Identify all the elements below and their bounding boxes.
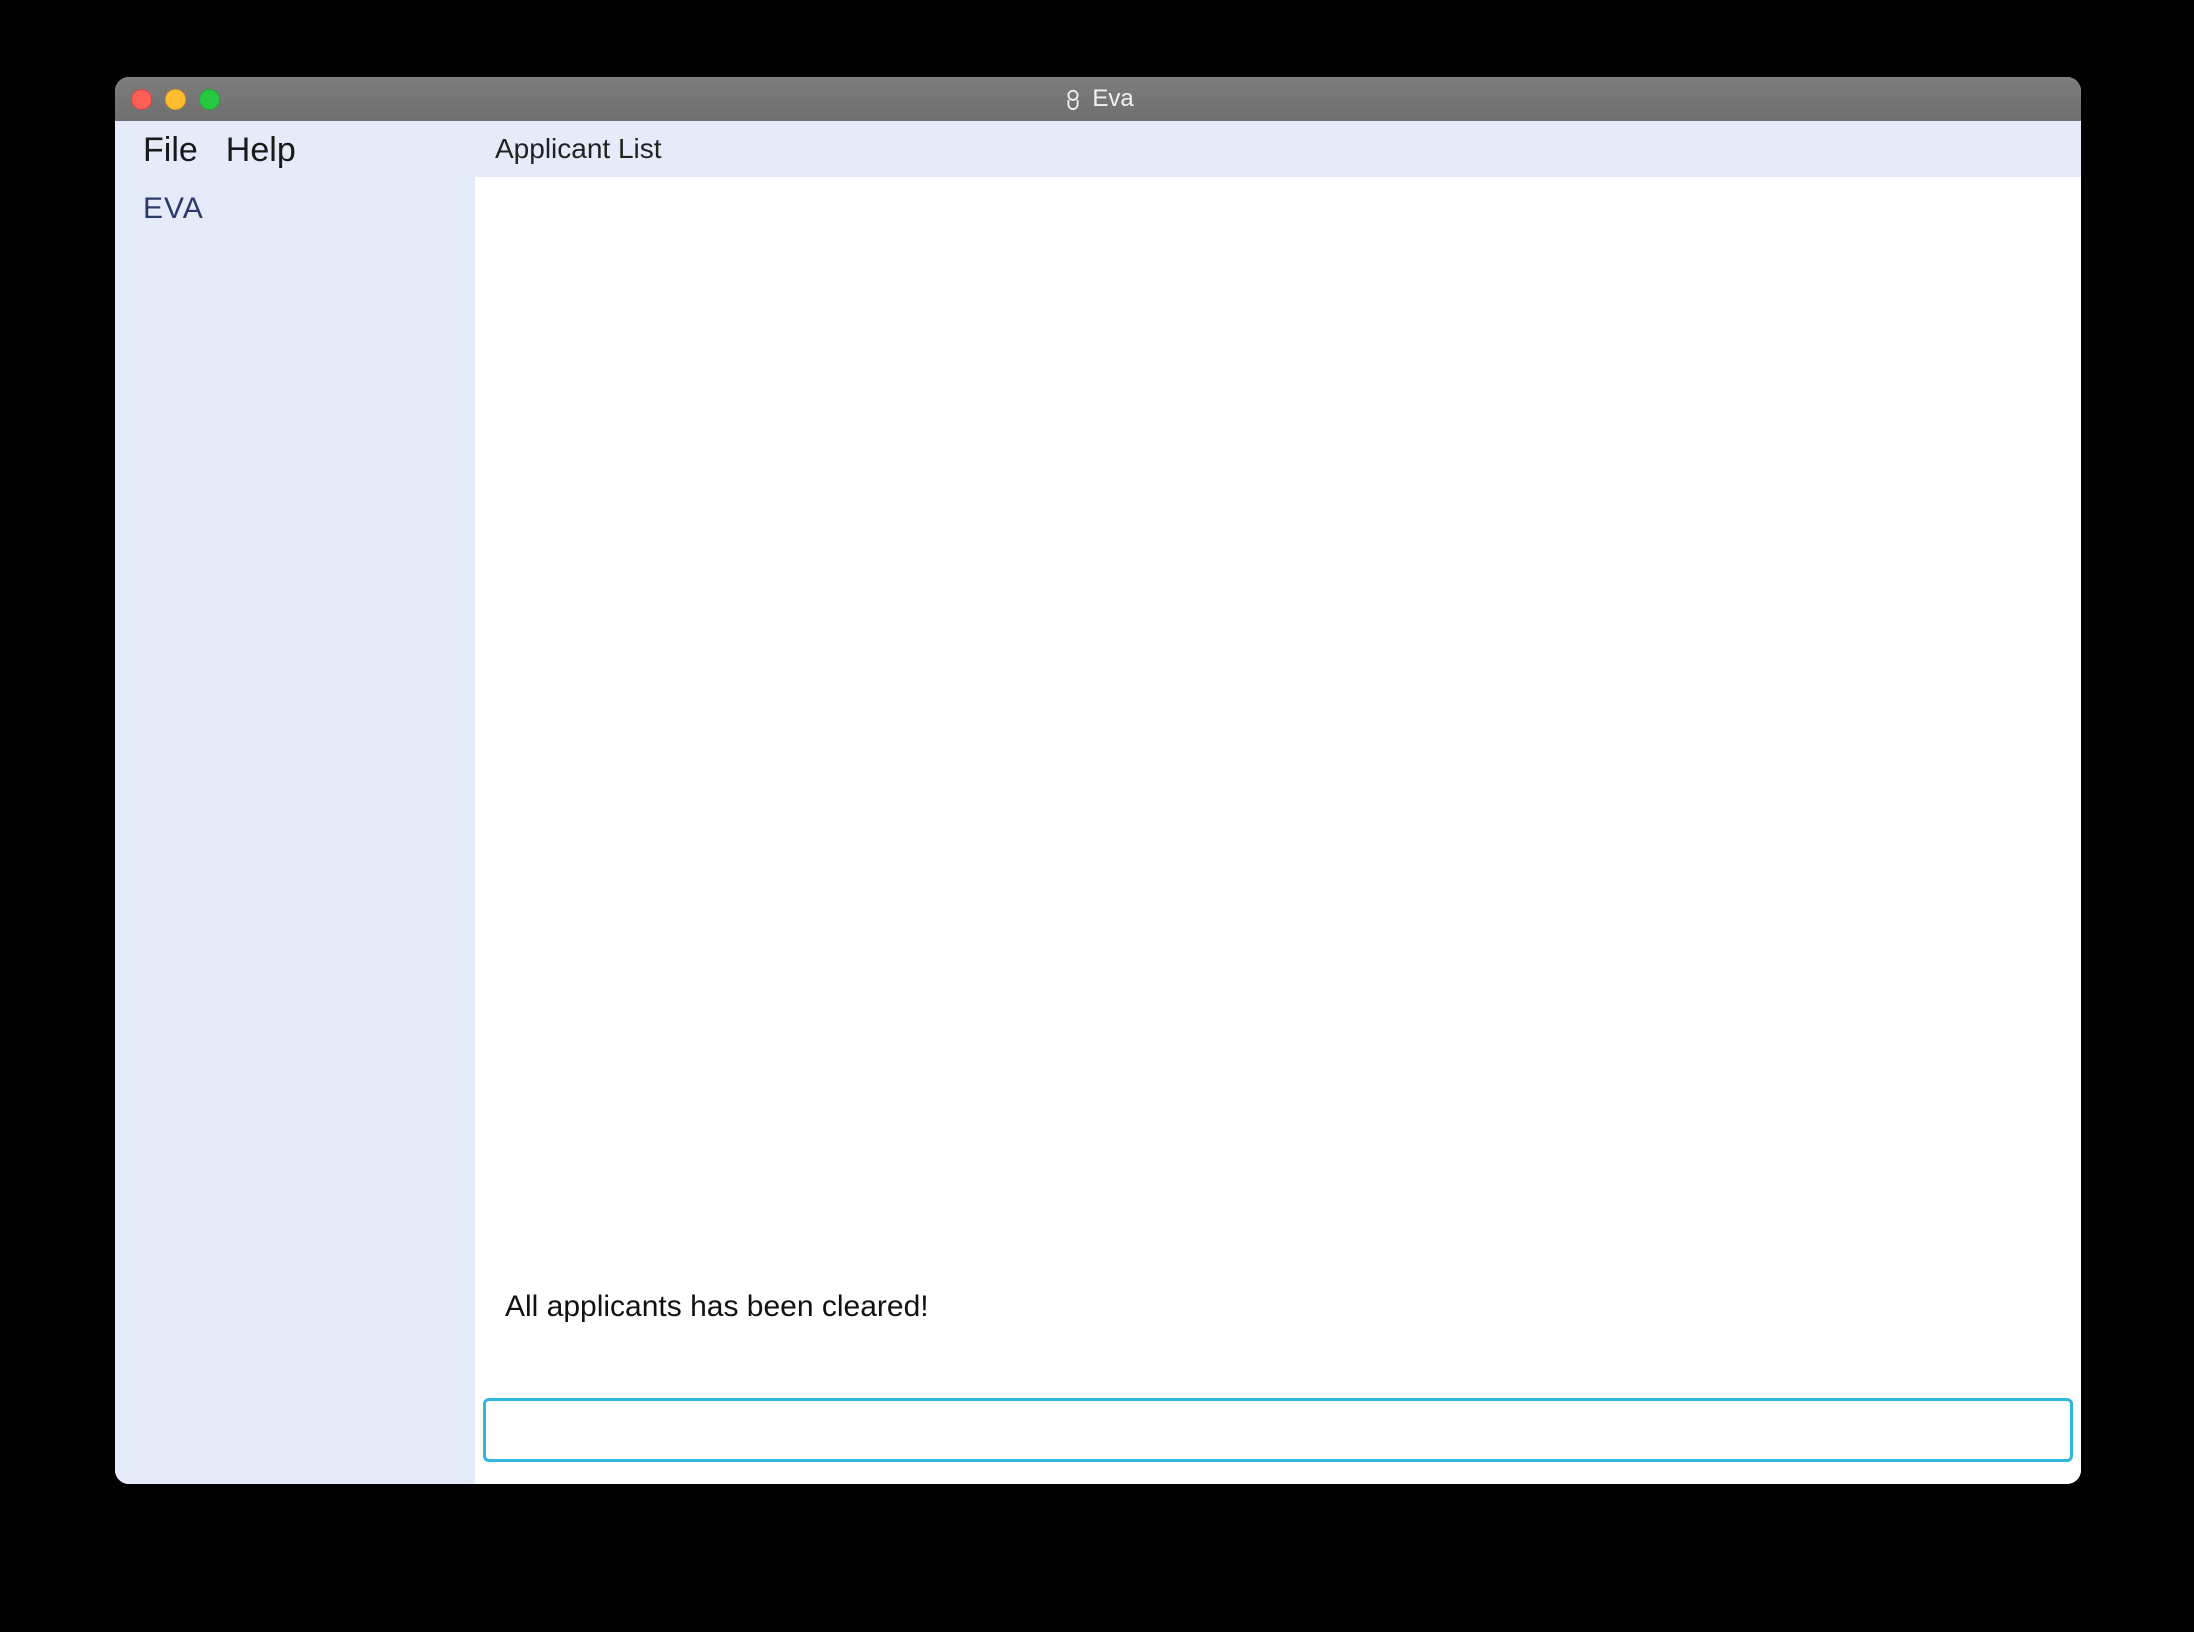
window-title: Eva — [1092, 85, 1133, 113]
menu-help[interactable]: Help — [226, 131, 296, 170]
sidebar: File Help EVA — [115, 121, 475, 1484]
app-window: Eva File Help EVA Applicant List All app… — [115, 77, 2081, 1484]
title-center: Eva — [115, 85, 2081, 113]
menubar: File Help — [115, 121, 475, 178]
close-window-button[interactable] — [131, 89, 152, 110]
status-area: All applicants has been cleared! — [475, 1278, 2081, 1398]
applicant-list-area — [475, 177, 2081, 1278]
titlebar: Eva — [115, 77, 2081, 121]
command-wrap — [475, 1398, 2081, 1484]
status-message: All applicants has been cleared! — [505, 1280, 2051, 1348]
window-controls — [131, 89, 220, 110]
applicant-list-header: Applicant List — [475, 121, 2081, 177]
window-body: File Help EVA Applicant List All applica… — [115, 121, 2081, 1484]
app-icon — [1062, 88, 1084, 110]
maximize-window-button[interactable] — [199, 89, 220, 110]
command-input[interactable] — [483, 1398, 2073, 1462]
main-area: Applicant List All applicants has been c… — [475, 121, 2081, 1484]
brand-label: EVA — [115, 178, 475, 240]
menu-file[interactable]: File — [143, 131, 198, 170]
minimize-window-button[interactable] — [165, 89, 186, 110]
